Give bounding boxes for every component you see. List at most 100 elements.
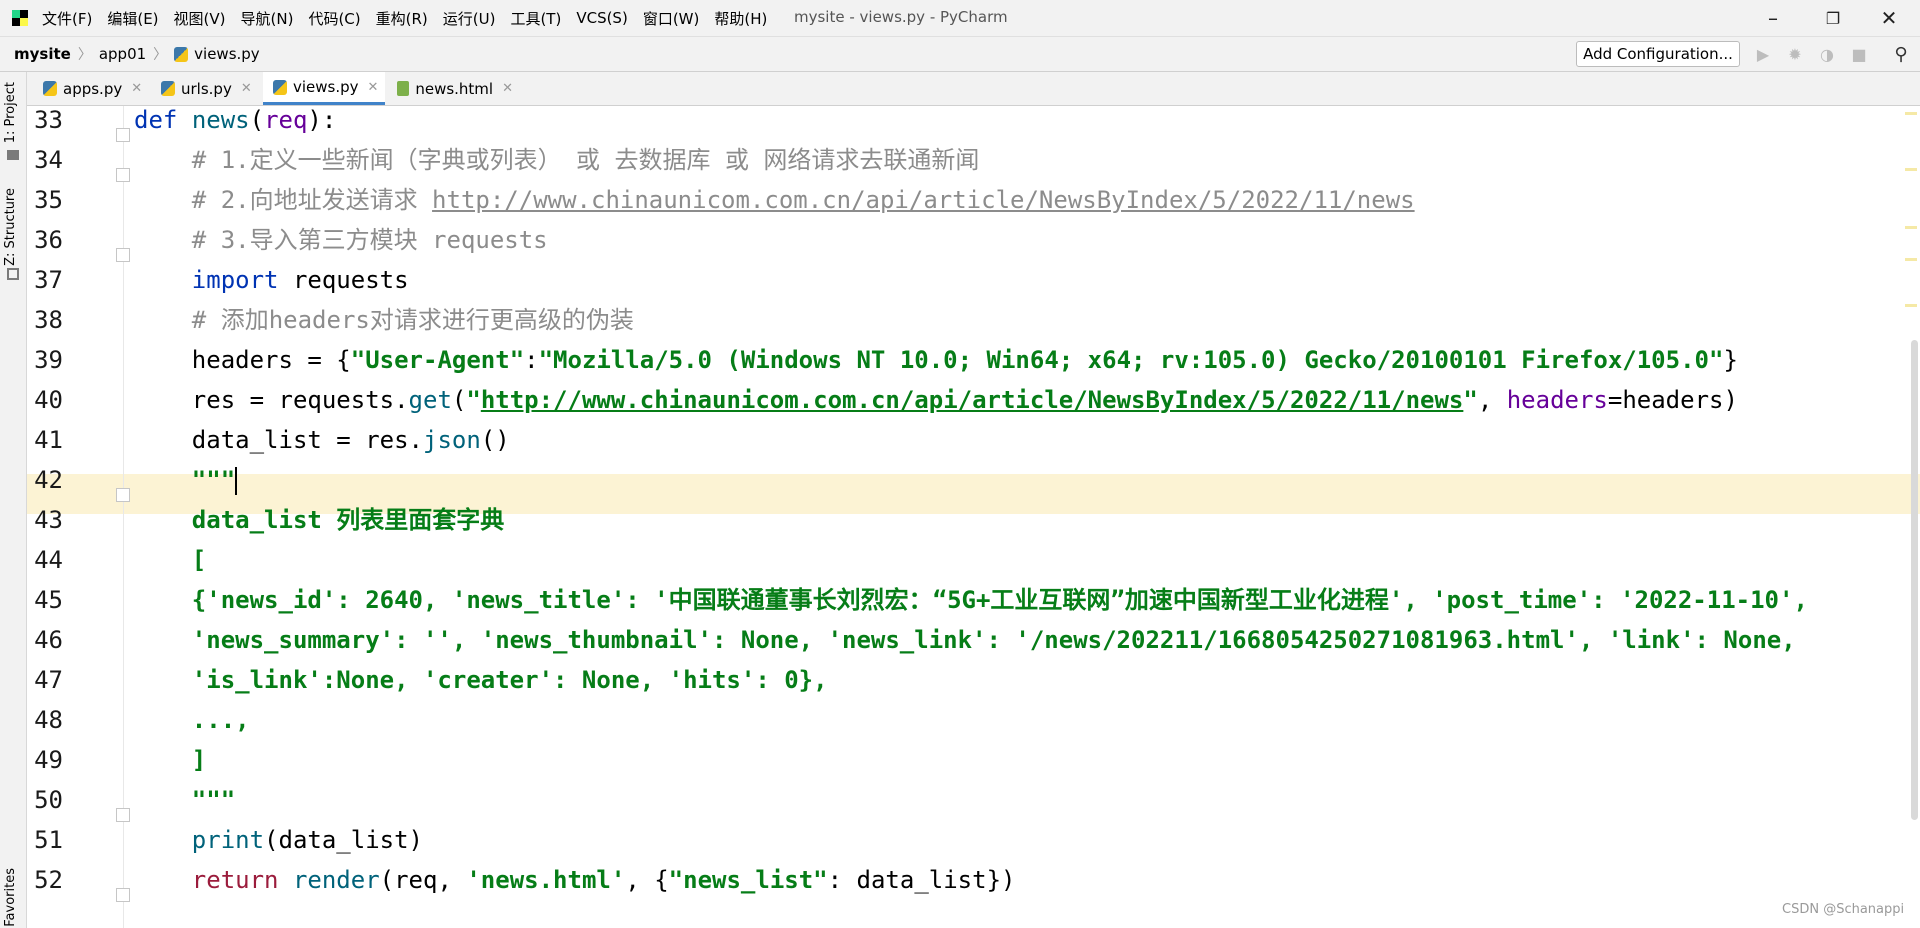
close-tab-icon[interactable]: ✕ — [502, 81, 513, 96]
line-number: 36 — [34, 226, 63, 254]
breadcrumb-folder[interactable]: app01 — [99, 45, 146, 63]
line-number: 47 — [34, 666, 63, 694]
restore-icon[interactable]: ❐ — [1810, 0, 1856, 36]
tab-apps-py[interactable]: apps.py ✕ — [39, 72, 147, 105]
close-window-icon[interactable]: ✕ — [1866, 0, 1912, 36]
coverage-icon[interactable]: ◑ — [1818, 45, 1836, 64]
docstring: data_list 列表里面套字典 — [191, 506, 505, 534]
code-token: res = requests. — [191, 386, 409, 414]
code-token: () — [480, 426, 510, 454]
code-line: import requests — [134, 260, 409, 300]
code-token: , — [1477, 386, 1507, 414]
error-stripe-marker[interactable] — [1905, 226, 1917, 229]
left-tool-strip: 1: Project Z: Structure Favorites — [0, 72, 27, 928]
tab-label: news.html — [415, 79, 494, 98]
tab-label: apps.py — [63, 79, 123, 98]
fold-marker-icon[interactable] — [116, 808, 130, 822]
tab-urls-py[interactable]: urls.py ✕ — [157, 72, 255, 105]
line-number: 45 — [34, 586, 63, 614]
code-editor[interactable]: 33 34 35 36 37 38 39 40 41 42 43 44 45 4… — [27, 106, 1920, 928]
debug-icon[interactable]: ✹ — [1786, 45, 1804, 64]
string-literal: " — [1463, 386, 1478, 414]
fold-marker-icon[interactable] — [116, 488, 130, 502]
fold-marker-icon[interactable] — [116, 888, 130, 902]
method-name: json — [423, 426, 481, 454]
editor-scrollbar-thumb[interactable] — [1911, 340, 1918, 820]
code-line: """ — [134, 460, 238, 500]
menu-refactor[interactable]: 重构(R) — [376, 8, 428, 29]
stop-icon[interactable]: ■ — [1850, 45, 1868, 64]
error-stripe-marker[interactable] — [1905, 112, 1917, 115]
keyword-argument: headers — [1506, 386, 1608, 414]
builtin-function: print — [191, 826, 265, 854]
line-number: 44 — [34, 546, 63, 574]
favorites-tool-tab[interactable]: Favorites — [3, 868, 18, 927]
code-line: """ — [134, 780, 235, 820]
menu-tools[interactable]: 工具(T) — [510, 8, 561, 29]
code-token: headers — [191, 346, 308, 374]
code-token: res. — [350, 426, 423, 454]
menu-help[interactable]: 帮助(H) — [714, 8, 767, 29]
breadcrumb-project[interactable]: mysite — [14, 45, 71, 63]
menu-edit[interactable]: 编辑(E) — [107, 8, 158, 29]
docstring: ..., — [191, 706, 250, 734]
menu-navigate[interactable]: 导航(N) — [241, 8, 294, 29]
tab-news-html[interactable]: news.html ✕ — [395, 72, 513, 105]
operator: = — [307, 346, 322, 374]
string-literal: "User-Agent" — [350, 346, 525, 374]
keyword: return — [191, 866, 279, 894]
line-number: 48 — [34, 706, 63, 734]
python-file-icon — [273, 79, 287, 95]
comment-url[interactable]: http://www.chinaunicom.com.cn/api/articl… — [432, 186, 1415, 214]
menu-file[interactable]: 文件(F) — [42, 8, 92, 29]
fold-marker-icon[interactable] — [116, 128, 130, 142]
fold-marker-icon[interactable] — [116, 248, 130, 262]
add-configuration-button[interactable]: Add Configuration... — [1576, 41, 1740, 67]
code-token: =headers) — [1607, 386, 1738, 414]
search-icon[interactable]: ⚲ — [1892, 44, 1910, 65]
code-token: requests — [278, 266, 409, 294]
fold-marker-icon[interactable] — [116, 168, 130, 182]
breadcrumb: mysite 〉 app01 〉 views.py — [14, 44, 260, 64]
docstring: 'is_link':None, 'creater': None, 'hits':… — [191, 666, 828, 694]
keyword: import — [191, 266, 279, 294]
menu-vcs[interactable]: VCS(S) — [576, 9, 627, 27]
minimize-icon[interactable]: – — [1750, 0, 1796, 36]
menu-run[interactable]: 运行(U) — [443, 8, 496, 29]
docstring: """ — [191, 466, 236, 494]
menu-window[interactable]: 窗口(W) — [643, 8, 700, 29]
line-number: 35 — [34, 186, 63, 214]
line-number: 42 — [34, 466, 63, 494]
code-token: , { — [625, 866, 669, 894]
string-url[interactable]: http://www.chinaunicom.com.cn/api/articl… — [481, 386, 1464, 414]
run-icon[interactable]: ▶ — [1754, 45, 1772, 64]
python-file-icon — [43, 81, 57, 96]
close-tab-icon[interactable]: ✕ — [241, 81, 252, 96]
menu-view[interactable]: 视图(V) — [174, 8, 226, 29]
html-file-icon — [397, 81, 410, 96]
breadcrumb-file[interactable]: views.py — [194, 45, 260, 63]
code-line: # 1.定义一些新闻（字典或列表） 或 去数据库 或 网络请求去联通新闻 — [134, 140, 980, 180]
line-number: 50 — [34, 786, 63, 814]
structure-tool-tab[interactable]: Z: Structure — [3, 188, 18, 266]
error-stripe-marker[interactable] — [1905, 258, 1917, 261]
project-tool-tab[interactable]: 1: Project — [3, 82, 18, 143]
code-token: } — [1723, 346, 1738, 374]
string-literal: "news_list" — [668, 866, 828, 894]
line-number: 52 — [34, 866, 63, 894]
code-line: [ — [134, 540, 206, 580]
error-stripe-marker[interactable] — [1905, 304, 1917, 307]
code-line: data_list 列表里面套字典 — [134, 500, 505, 540]
tab-label: urls.py — [181, 79, 232, 98]
docstring: {'news_id': 2640, 'news_title': '中国联通董事长… — [191, 586, 1808, 614]
menu-code[interactable]: 代码(C) — [308, 8, 360, 29]
error-stripe-marker[interactable] — [1905, 168, 1917, 171]
gutter-divider — [123, 106, 124, 928]
editor-tab-bar: apps.py ✕ urls.py ✕ views.py ✕ news.html… — [27, 72, 1920, 106]
line-number: 33 — [34, 106, 63, 134]
tab-views-py[interactable]: views.py ✕ — [263, 72, 385, 105]
close-tab-icon[interactable]: ✕ — [368, 80, 379, 95]
code-token: ( — [451, 386, 467, 414]
code-line: ..., — [134, 700, 250, 740]
close-tab-icon[interactable]: ✕ — [131, 81, 142, 96]
